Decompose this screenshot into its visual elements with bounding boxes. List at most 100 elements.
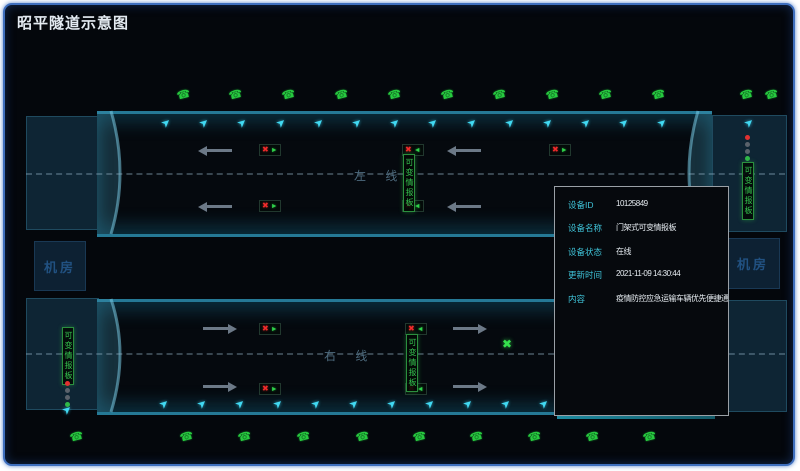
tooltip-label: 设备ID	[568, 199, 616, 211]
tooltip-row-device-status: 设备状态 在线	[568, 246, 631, 258]
tooltip-label: 内容	[568, 293, 616, 305]
signal-dot-icon	[745, 135, 750, 140]
lane-closed-x-icon: ✖	[405, 146, 412, 154]
cctv-camera-icon[interactable]: ➤	[580, 116, 594, 130]
signal-dot-icon	[65, 402, 70, 407]
cctv-camera-icon[interactable]: ➤	[198, 116, 212, 130]
emergency-phone-icon[interactable]: ☎	[651, 89, 667, 103]
lane-control-signal[interactable]: ✖►	[549, 144, 571, 156]
page-title: 昭平隧道示意图	[17, 12, 129, 33]
variable-message-sign[interactable]: 可变情报板	[742, 162, 754, 220]
emergency-phone-icon[interactable]: ☎	[228, 89, 244, 103]
signal-dot-icon	[65, 381, 70, 386]
cctv-camera-icon[interactable]: ➤	[424, 397, 438, 411]
signal-dot-icon	[65, 395, 70, 400]
lane-closed-x-icon: ✖	[262, 385, 269, 393]
tooltip-label: 设备名称	[568, 222, 616, 234]
cctv-camera-icon[interactable]: ➤	[275, 116, 289, 130]
emergency-phone-icon[interactable]: ☎	[334, 89, 350, 103]
emergency-phone-icon[interactable]: ☎	[598, 89, 614, 103]
emergency-phone-icon[interactable]: ☎	[176, 89, 192, 103]
cctv-camera-icon[interactable]: ➤	[158, 397, 172, 411]
cctv-camera-icon[interactable]: ➤	[386, 397, 400, 411]
lane-open-arrow-icon: ►	[561, 147, 568, 154]
lane-control-signal[interactable]: ✖►	[259, 383, 281, 395]
cctv-camera-icon[interactable]: ➤	[348, 397, 362, 411]
cctv-camera-icon[interactable]: ➤	[389, 116, 403, 130]
cctv-camera-icon[interactable]: ➤	[160, 116, 174, 130]
emergency-phone-icon[interactable]: ☎	[469, 431, 485, 445]
cctv-camera-icon[interactable]: ➤	[310, 397, 324, 411]
variable-message-sign[interactable]: 可变情报板	[406, 334, 418, 392]
lane-open-arrow-icon: ◄	[414, 147, 421, 154]
lane-closed-x-icon: ✖	[262, 202, 269, 210]
emergency-phone-icon[interactable]: ☎	[179, 431, 195, 445]
tooltip-value: 10125849	[616, 199, 648, 211]
cctv-camera-icon[interactable]: ➤	[462, 397, 476, 411]
lane-direction-arrow	[453, 385, 479, 388]
cctv-camera-icon[interactable]: ➤	[351, 116, 365, 130]
tooltip-row-content: 内容 疫情防控应急运输车辆优先便捷通行！	[568, 293, 729, 305]
lane-direction-arrow	[206, 205, 232, 208]
emergency-phone-icon[interactable]: ☎	[355, 431, 371, 445]
emergency-phone-icon[interactable]: ☎	[387, 89, 403, 103]
emergency-phone-icon[interactable]: ☎	[545, 89, 561, 103]
cctv-camera-icon[interactable]: ➤	[743, 116, 757, 130]
cctv-camera-icon[interactable]: ➤	[656, 116, 670, 130]
signal-dot-icon	[65, 388, 70, 393]
variable-message-sign[interactable]: 可变情报板	[62, 327, 74, 385]
lane-control-signal[interactable]: ✖►	[259, 200, 281, 212]
tooltip-row-update-time: 更新时间 2021-11-09 14:30:44	[568, 269, 680, 281]
lane-open-arrow-icon: ►	[271, 147, 278, 154]
jet-fan-icon[interactable]: ✖	[502, 338, 512, 350]
emergency-phone-icon[interactable]: ☎	[281, 89, 297, 103]
variable-message-sign[interactable]: 可变情报板	[403, 154, 415, 212]
cctv-camera-icon[interactable]: ➤	[234, 397, 248, 411]
cctv-camera-icon[interactable]: ➤	[196, 397, 210, 411]
lane-direction-arrow	[203, 385, 229, 388]
cctv-camera-icon[interactable]: ➤	[466, 116, 480, 130]
lane-open-arrow-icon: ►	[271, 386, 278, 393]
emergency-phone-icon[interactable]: ☎	[492, 89, 508, 103]
cctv-camera-icon[interactable]: ➤	[500, 397, 514, 411]
emergency-phone-icon[interactable]: ☎	[237, 431, 253, 445]
tooltip-row-device-name: 设备名称 门架式可变情报板	[568, 222, 676, 234]
lane-direction-arrow	[453, 327, 479, 330]
emergency-phone-icon[interactable]: ☎	[412, 431, 428, 445]
cctv-camera-icon[interactable]: ➤	[313, 116, 327, 130]
tooltip-row-device-id: 设备ID 10125849	[568, 199, 648, 211]
lane-closed-x-icon: ✖	[552, 146, 559, 154]
emergency-phone-icon[interactable]: ☎	[764, 89, 780, 103]
cctv-camera-icon[interactable]: ➤	[504, 116, 518, 130]
emergency-phone-icon[interactable]: ☎	[527, 431, 543, 445]
cctv-camera-icon[interactable]: ➤	[272, 397, 286, 411]
cctv-camera-icon[interactable]: ➤	[236, 116, 250, 130]
lane-closed-x-icon: ✖	[262, 146, 269, 154]
cctv-camera-icon[interactable]: ➤	[538, 397, 552, 411]
tunnel-monitor-window: 昭平隧道示意图 机房 机房 左 线 右 线 ☎☎☎☎☎☎☎☎☎☎☎☎☎☎☎☎☎☎…	[3, 3, 795, 466]
cctv-camera-icon[interactable]: ➤	[427, 116, 441, 130]
lane-open-arrow-icon: ►	[271, 203, 278, 210]
lane-control-signal[interactable]: ✖►	[259, 144, 281, 156]
emergency-phone-icon[interactable]: ☎	[585, 431, 601, 445]
lane-direction-arrow	[455, 149, 481, 152]
tooltip-value: 门架式可变情报板	[616, 222, 676, 234]
signal-dot-icon	[745, 142, 750, 147]
tooltip-value: 疫情防控应急运输车辆优先便捷通行！	[616, 293, 729, 305]
emergency-phone-icon[interactable]: ☎	[440, 89, 456, 103]
emergency-phone-icon[interactable]: ☎	[296, 431, 312, 445]
tooltip-value: 2021-11-09 14:30:44	[616, 269, 680, 281]
lane-closed-x-icon: ✖	[262, 325, 269, 333]
tooltip-label: 设备状态	[568, 246, 616, 258]
signal-dot-icon	[745, 149, 750, 154]
emergency-phone-icon[interactable]: ☎	[739, 89, 755, 103]
lane-closed-x-icon: ✖	[408, 325, 415, 333]
lane-open-arrow-icon: ◄	[417, 326, 424, 333]
signal-dot-icon	[745, 156, 750, 161]
lane-open-arrow-icon: ►	[271, 326, 278, 333]
emergency-phone-icon[interactable]: ☎	[642, 431, 658, 445]
lane-control-signal[interactable]: ✖►	[259, 323, 281, 335]
emergency-phone-icon[interactable]: ☎	[69, 431, 85, 445]
cctv-camera-icon[interactable]: ➤	[542, 116, 556, 130]
cctv-camera-icon[interactable]: ➤	[618, 116, 632, 130]
